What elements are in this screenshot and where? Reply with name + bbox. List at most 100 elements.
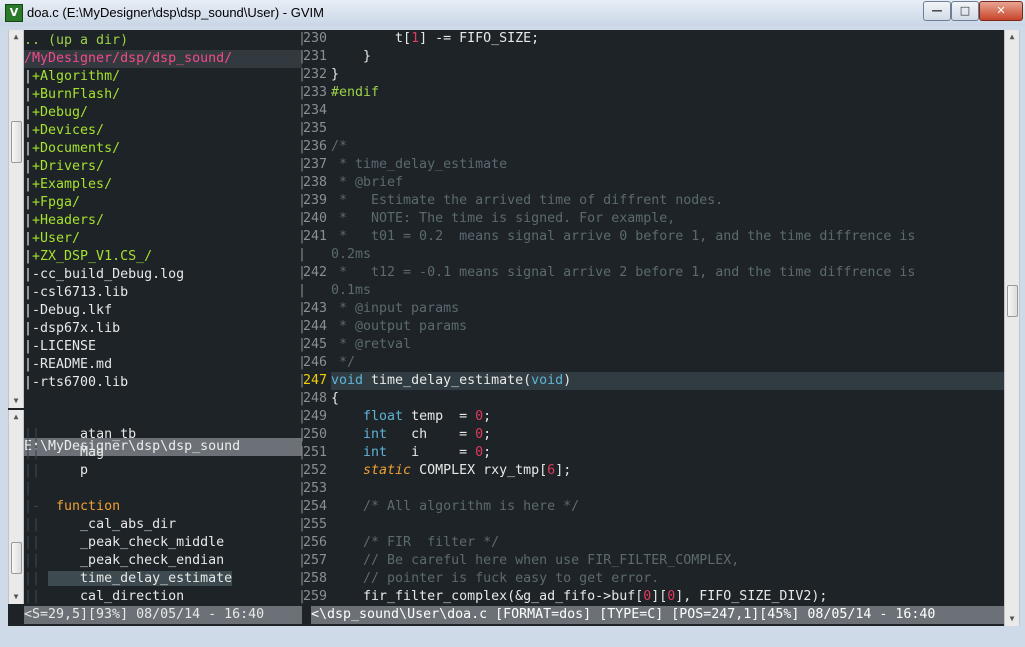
code-text[interactable]: * t12 = -0.1 means signal arrive 2 befor…	[331, 264, 1005, 282]
tree-row[interactable]: |+Examples/	[24, 176, 302, 194]
file-item[interactable]: -LICENSE	[32, 339, 96, 354]
tag-item[interactable]: cal_direction	[48, 589, 184, 604]
editor-scrollbar[interactable]: ▲ ▼	[1004, 30, 1020, 626]
code-text[interactable]: }	[331, 48, 1005, 66]
code-text[interactable]: * @output params	[331, 318, 1005, 336]
tag-row[interactable]: || _peak_check_middle	[24, 534, 302, 552]
code-text[interactable]	[331, 516, 1005, 534]
code-text[interactable]	[331, 120, 1005, 138]
code-text[interactable]: // pointer is fuck easy to get error.	[331, 570, 1005, 588]
folder-item[interactable]: +Headers/	[32, 213, 104, 228]
code-text[interactable]: */	[331, 354, 1005, 372]
code-line[interactable]: | 240 * NOTE: The time is signed. For exa…	[298, 210, 1005, 228]
tag-row[interactable]: || atan_tb	[24, 426, 302, 444]
tree-row[interactable]: |+Algorithm/	[24, 68, 302, 86]
tree-row[interactable]: |-LICENSE	[24, 338, 302, 356]
tree-row[interactable]: |-csl6713.lib	[24, 284, 302, 302]
folder-item[interactable]: +Fpga/	[32, 195, 80, 210]
code-text[interactable]: fir_filter_complex(&g_ad_fifo->buf[0][0]…	[331, 588, 1005, 606]
code-text[interactable]: /*	[331, 138, 1005, 156]
code-line[interactable]: | 234	[298, 102, 1005, 120]
tag-row[interactable]: || p	[24, 462, 302, 480]
code-editor[interactable]: | 230 t[1] -= FIFO_SIZE; | 231 } | 232} | 233 #e…	[298, 30, 1005, 606]
code-text[interactable]: int ch = 0;	[331, 426, 1005, 444]
code-line[interactable]: | 242 * t12 = -0.1 means signal arrive 2 …	[298, 264, 1005, 282]
code-line[interactable]: | 258 // pointer is fuck easy to get erro…	[298, 570, 1005, 588]
code-text[interactable]: * t01 = 0.2 means signal arrive 0 before…	[331, 228, 1005, 246]
code-line[interactable]: | 0.2ms	[298, 246, 1005, 264]
tree-row[interactable]: |-Debug.lkf	[24, 302, 302, 320]
code-text[interactable]: * @retval	[331, 336, 1005, 354]
tree-row[interactable]: |+BurnFlash/	[24, 86, 302, 104]
code-text[interactable]: 0.2ms	[331, 246, 1005, 264]
code-text[interactable]: /* FIR filter */	[331, 534, 1005, 552]
code-text[interactable]: {	[331, 390, 1005, 408]
code-line[interactable]: | 255	[298, 516, 1005, 534]
tree-path[interactable]: /MyDesigner/dsp/dsp_sound/	[24, 51, 232, 66]
tag-item[interactable]: _peak_check_endian	[48, 553, 224, 568]
tag-row[interactable]: |	[24, 480, 302, 498]
tree-scrollbar[interactable]: ▲ ▼	[8, 30, 24, 408]
code-text[interactable]: void time_delay_estimate(void)	[331, 372, 1005, 390]
file-item[interactable]: -Debug.lkf	[32, 303, 112, 318]
code-line[interactable]: | 254 /* All algorithm is here */	[298, 498, 1005, 516]
minimize-button[interactable]: —	[923, 1, 951, 21]
code-line[interactable]: | 249 float temp = 0;	[298, 408, 1005, 426]
tag-list-pane[interactable]: || atan_tb || Mag || p | |- function || _cal…	[24, 426, 302, 606]
scroll-down-icon[interactable]: ▼	[9, 394, 23, 408]
tag-row[interactable]: || Mag	[24, 444, 302, 462]
code-text[interactable]: * @brief	[331, 174, 1005, 192]
tag-item[interactable]: atan_tb	[48, 427, 136, 442]
code-line[interactable]: | 233 #endif	[298, 84, 1005, 102]
code-text[interactable]: * Estimate the arrived time of diffrent …	[331, 192, 1005, 210]
maximize-button[interactable]: □	[951, 1, 979, 21]
code-text[interactable]: /* All algorithm is here */	[331, 498, 1005, 516]
tree-path[interactable]: .. (up a dir)	[24, 33, 128, 48]
tag-row[interactable]: || cal_direction	[24, 588, 302, 606]
code-line[interactable]: | 243 * @input params	[298, 300, 1005, 318]
code-line[interactable]: | 236/*	[298, 138, 1005, 156]
tag-item[interactable]: time_delay_estimate	[48, 571, 233, 586]
code-text[interactable]: * @input params	[331, 300, 1005, 318]
folder-item[interactable]: +BurnFlash/	[32, 87, 120, 102]
tag-item[interactable]: _cal_abs_dir	[48, 517, 176, 532]
tree-row[interactable]: |-rts6700.lib	[24, 374, 302, 392]
code-line[interactable]: | 245 * @retval	[298, 336, 1005, 354]
code-line[interactable]: | 250 int ch = 0;	[298, 426, 1005, 444]
folder-item[interactable]: +Examples/	[32, 177, 112, 192]
code-text[interactable]	[331, 102, 1005, 120]
tree-row[interactable]: |+Fpga/	[24, 194, 302, 212]
code-line[interactable]: | 232}	[298, 66, 1005, 84]
folder-item[interactable]: +Debug/	[32, 105, 88, 120]
code-line[interactable]: | 0.1ms	[298, 282, 1005, 300]
file-item[interactable]: -csl6713.lib	[32, 285, 128, 300]
folder-item[interactable]: +Drivers/	[32, 159, 104, 174]
scroll-down-icon[interactable]: ▼	[1005, 612, 1019, 626]
code-text[interactable]: t[1] -= FIFO_SIZE;	[331, 30, 1005, 48]
folder-item[interactable]: +ZX_DSP_V1.CS_/	[32, 249, 152, 264]
tags-scrollbar[interactable]: ▲ ▼	[8, 410, 24, 604]
tag-kind-label[interactable]: function	[48, 499, 120, 514]
tree-row[interactable]: |+Devices/	[24, 122, 302, 140]
tag-row[interactable]: || _peak_check_endian	[24, 552, 302, 570]
code-text[interactable]: // Be careful here when use FIR_FILTER_C…	[331, 552, 1005, 570]
code-line[interactable]: | 237 * time_delay_estimate	[298, 156, 1005, 174]
tag-item[interactable]: p	[48, 463, 88, 478]
tree-row[interactable]: /MyDesigner/dsp/dsp_sound/	[24, 50, 302, 68]
code-line[interactable]: | 231 }	[298, 48, 1005, 66]
tree-row[interactable]: |-README.md	[24, 356, 302, 374]
code-line[interactable]: | 230 t[1] -= FIFO_SIZE;	[298, 30, 1005, 48]
code-line[interactable]: | 238 * @brief	[298, 174, 1005, 192]
file-item[interactable]: -dsp67x.lib	[32, 321, 120, 336]
tree-row[interactable]: |+Documents/	[24, 140, 302, 158]
scroll-down-icon[interactable]: ▼	[9, 590, 23, 604]
tree-row[interactable]: |-cc_build_Debug.log	[24, 266, 302, 284]
tree-row[interactable]: |+Headers/	[24, 212, 302, 230]
code-text[interactable]: static COMPLEX rxy_tmp[6];	[331, 462, 1005, 480]
folder-item[interactable]: +Documents/	[32, 141, 120, 156]
tree-row[interactable]: |+User/	[24, 230, 302, 248]
code-line[interactable]: | 244 * @output params	[298, 318, 1005, 336]
scroll-up-icon[interactable]: ▲	[9, 410, 23, 424]
code-line[interactable]: | 247 void time_delay_estimate(void)	[298, 372, 1005, 390]
tree-row[interactable]: |+ZX_DSP_V1.CS_/	[24, 248, 302, 266]
